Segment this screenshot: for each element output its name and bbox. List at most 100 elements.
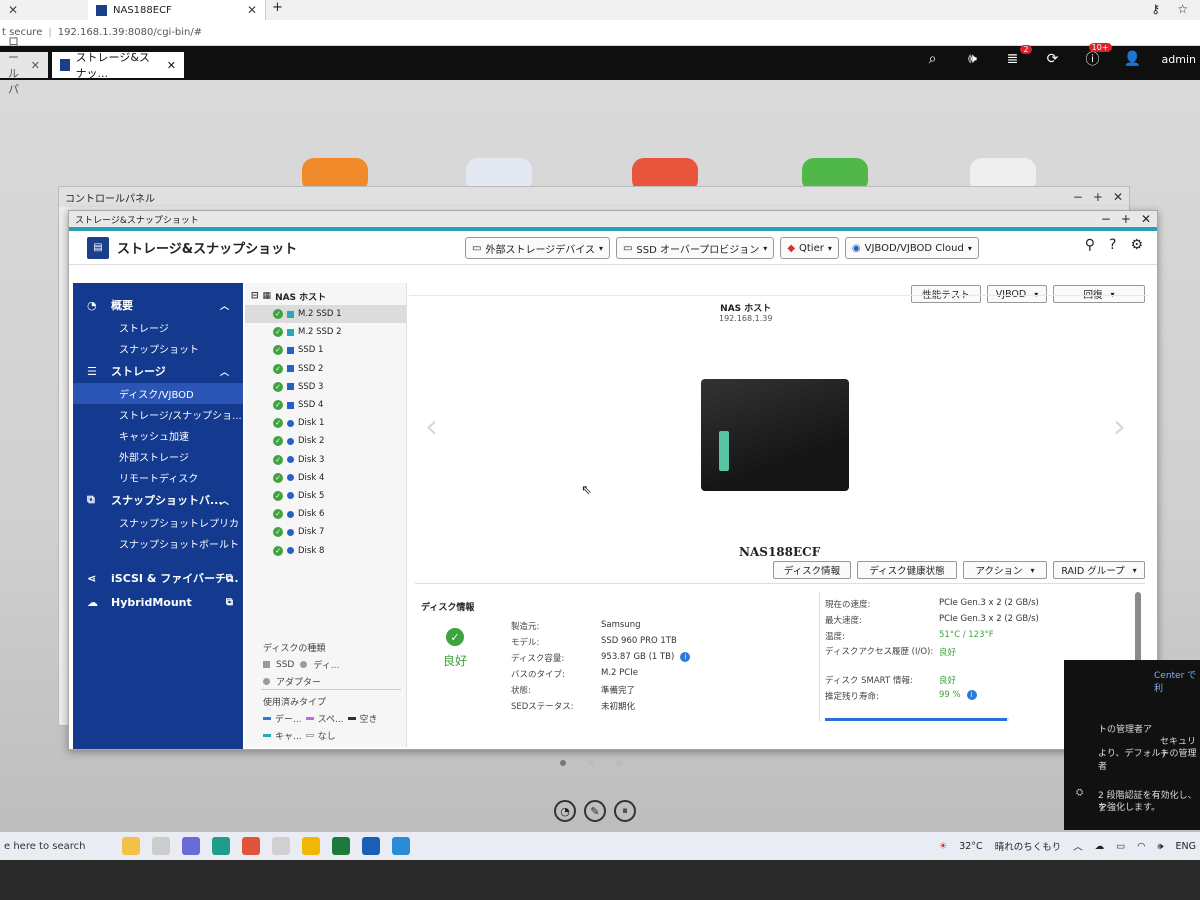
dashboard-dock-icon[interactable]: ◔ <box>554 800 576 822</box>
chevron-left-icon[interactable]: ‹ <box>425 407 438 445</box>
close-icon[interactable]: ✕ <box>1113 190 1123 204</box>
tree-node-disk[interactable]: ✓ Disk 2 <box>245 432 406 450</box>
disk-info-button[interactable]: ディスク情報 <box>773 561 851 579</box>
collapse-icon[interactable]: ⊟ <box>251 291 259 301</box>
outlook-icon[interactable] <box>362 837 380 855</box>
maximize-icon[interactable]: + <box>1093 190 1103 204</box>
notification-text[interactable]: Center で利 <box>1154 668 1200 694</box>
close-icon[interactable]: ✕ <box>247 3 257 17</box>
tools-dock-icon[interactable]: ✎ <box>584 800 606 822</box>
help-icon[interactable]: ? <box>1109 237 1116 253</box>
excel-icon[interactable] <box>332 837 350 855</box>
sidebar-group-overview[interactable]: ◔ 概要 ︿ <box>73 293 243 317</box>
tree-node-disk[interactable]: ✓ Disk 5 <box>245 487 406 505</box>
browser-tab-active[interactable]: NAS188ECF ✕ <box>88 0 266 20</box>
media-icon[interactable] <box>272 837 290 855</box>
tree-node-disk[interactable]: ✓ SSD 3 <box>245 378 406 396</box>
edge-icon[interactable] <box>212 837 230 855</box>
sidebar-item-snapshot-overview[interactable]: スナップショット <box>73 338 243 359</box>
new-tab-icon[interactable]: + <box>272 0 283 15</box>
sidebar-item-snapshot-vault[interactable]: スナップショットボールト <box>73 533 243 554</box>
weather-text[interactable]: 晴れのちくもり <box>995 839 1062 853</box>
sidebar-group-storage[interactable]: ☰ ストレージ ︿ <box>73 359 243 383</box>
sidebar-link-hybridmount[interactable]: ☁ HybridMount ⧉ <box>73 590 243 614</box>
vjbod-button[interactable]: VJBOD ▾ <box>987 285 1047 303</box>
disk-health-button[interactable]: ディスク健康状態 <box>857 561 957 579</box>
recover-button[interactable]: 回復 ▾ <box>1053 285 1145 303</box>
widget-icon[interactable] <box>122 837 140 855</box>
copilot-icon[interactable] <box>182 837 200 855</box>
gear-icon[interactable]: ⚙ <box>1130 237 1143 253</box>
sidebar-link-iscsi[interactable]: ⋖ iSCSI & ファイバーチ... ⧉ <box>73 566 243 590</box>
app-tab-storage[interactable]: ストレージ&スナッ... ✕ <box>52 51 184 80</box>
username[interactable]: admin <box>1162 53 1196 66</box>
sidebar-item-storage-overview[interactable]: ストレージ <box>73 317 243 338</box>
notification-text[interactable]: トの管理者ア <box>1098 722 1152 735</box>
folder-icon[interactable] <box>302 837 320 855</box>
tree-node-disk[interactable]: ✓ Disk 6 <box>245 505 406 523</box>
chevron-right-icon[interactable]: › <box>1113 407 1126 445</box>
tree-node-disk[interactable]: ✓ SSD 4 <box>245 396 406 414</box>
minimize-icon[interactable]: − <box>1101 212 1111 226</box>
close-icon[interactable]: ✕ <box>8 3 18 17</box>
close-icon[interactable]: ✕ <box>1141 212 1151 226</box>
chrome-icon[interactable] <box>242 837 260 855</box>
notification-text[interactable]: より、デフォルトの管理者 <box>1098 746 1200 772</box>
performance-test-button[interactable]: 性能テスト <box>911 285 981 303</box>
raid-group-button[interactable]: RAID グループ ▾ <box>1053 561 1145 579</box>
sidebar-group-snapshot-backup[interactable]: ⧉ スナップショットバ... ︿ <box>73 488 243 512</box>
sidebar-item-disks-vjbod[interactable]: ディスク/VJBOD <box>73 383 243 404</box>
tree-node-disk[interactable]: ✓ Disk 4 <box>245 469 406 487</box>
user-icon[interactable]: 👤 <box>1122 51 1144 67</box>
url-text[interactable]: 192.168.1.39:8080/cgi-bin/# <box>58 27 202 38</box>
sidebar-item-remote-disk[interactable]: リモートディスク <box>73 467 243 488</box>
sidebar-item-storage-snapshots[interactable]: ストレージ/スナップショ... <box>73 404 243 425</box>
key-icon[interactable]: ⚷ <box>1151 2 1160 16</box>
taskbar-search[interactable]: e here to search <box>0 841 104 852</box>
page-dot[interactable] <box>616 760 622 766</box>
chevron-up-icon[interactable]: ︿ <box>1073 839 1083 853</box>
qtier-button[interactable]: ◆ Qtier ▾ <box>780 237 839 259</box>
onedrive-icon[interactable]: ☁ <box>1095 841 1105 852</box>
info-icon[interactable]: i <box>680 652 691 662</box>
vjbod-cloud-button[interactable]: ◉ VJBOD/VJBOD Cloud ▾ <box>844 237 979 259</box>
tasks-icon[interactable]: ≣ 2 <box>1002 45 1032 67</box>
tree-node-disk[interactable]: ✓ M.2 SSD 2 <box>245 323 406 341</box>
task-view-icon[interactable] <box>152 837 170 855</box>
search-icon[interactable]: ⌕ <box>922 51 944 67</box>
external-storage-button[interactable]: ▭ 外部ストレージデバイス ▾ <box>465 237 610 259</box>
close-icon[interactable]: ✕ <box>31 59 40 72</box>
ssd-overprovisioning-button[interactable]: ▭ SSD オーバープロビジョン ▾ <box>615 237 775 259</box>
tree-node-disk[interactable]: ✓ SSD 2 <box>245 360 406 378</box>
apps-dock-icon[interactable]: ⏸ <box>614 800 636 822</box>
maximize-icon[interactable]: + <box>1121 212 1131 226</box>
star-icon[interactable]: ☆ <box>1177 2 1188 16</box>
notification-text[interactable]: を強化します。 <box>1098 800 1160 813</box>
sidebar-item-snapshot-replica[interactable]: スナップショットレプリカ <box>73 512 243 533</box>
qfinder-icon[interactable] <box>392 837 410 855</box>
tree-node-disk[interactable]: ✓ SSD 1 <box>245 341 406 359</box>
page-dot[interactable] <box>588 760 594 766</box>
page-dot[interactable] <box>560 760 566 766</box>
browser-tab-previous[interactable]: ✕ <box>0 0 88 20</box>
volume-icon[interactable]: 🕪 <box>1158 841 1164 852</box>
sidebar-item-cache-acceleration[interactable]: キャッシュ加速 <box>73 425 243 446</box>
info-icon[interactable]: i <box>966 690 977 700</box>
tree-node-disk[interactable]: ✓ Disk 1 <box>245 414 406 432</box>
close-icon[interactable]: ✕ <box>167 59 176 72</box>
action-menu-button[interactable]: アクション ▾ <box>963 561 1047 579</box>
minimize-icon[interactable]: − <box>1073 190 1083 204</box>
volume-icon[interactable]: 🕪 <box>962 51 984 67</box>
address-bar[interactable]: t secure | 192.168.1.39:8080/cgi-bin/# <box>0 20 1200 46</box>
tree-node-disk[interactable]: ✓ Disk 8 <box>245 541 406 559</box>
sync-icon[interactable]: ⟳ <box>1042 51 1064 67</box>
sidebar-item-external-storage[interactable]: 外部ストレージ <box>73 446 243 467</box>
tree-node-disk[interactable]: ✓ Disk 7 <box>245 523 406 541</box>
wifi-icon[interactable]: ◠ <box>1137 841 1145 852</box>
tree-node-disk[interactable]: ✓ Disk 3 <box>245 451 406 469</box>
tree-node-disk[interactable]: ✓ M.2 SSD 1 <box>245 305 406 324</box>
language-indicator[interactable]: ENG <box>1176 841 1196 852</box>
tree-root-nas-host[interactable]: ⊟ ▦ NAS ホスト <box>245 287 406 305</box>
temperature[interactable]: 32°C <box>959 841 982 852</box>
info-icon[interactable]: ⓘ 10+ <box>1082 43 1112 69</box>
